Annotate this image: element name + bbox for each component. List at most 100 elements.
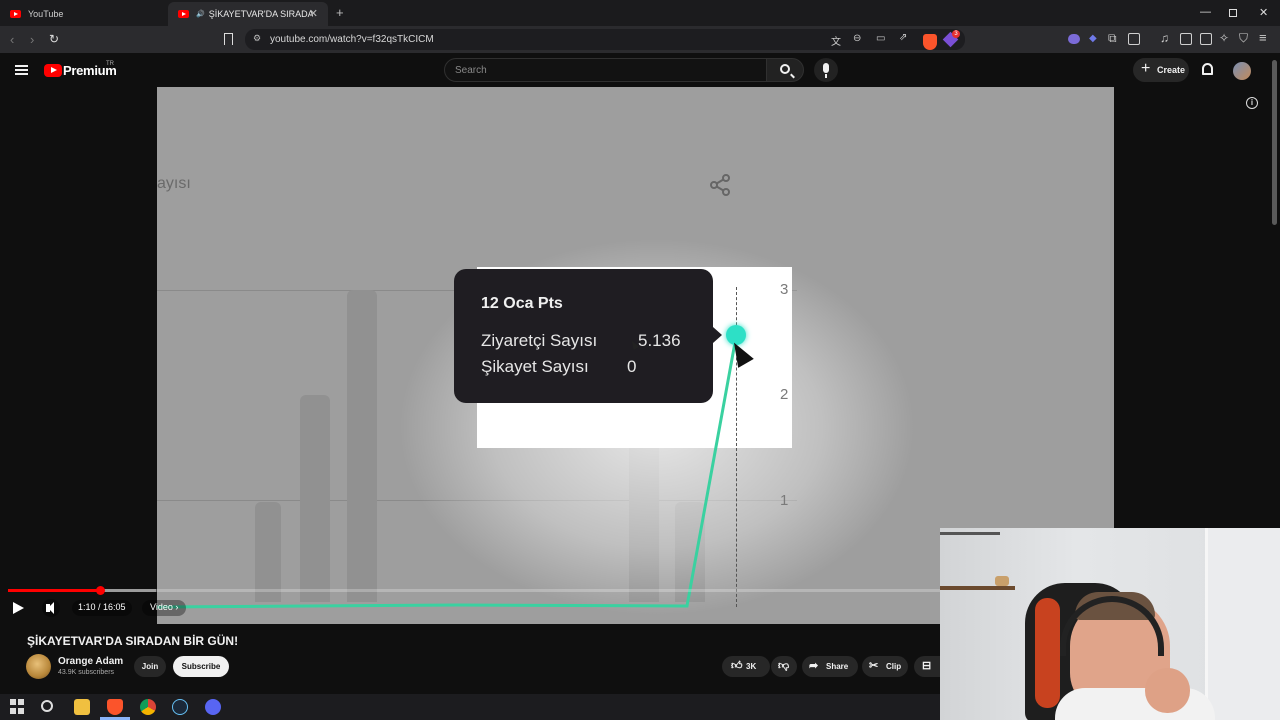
tab-close-icon[interactable]: ✕ [309, 7, 318, 20]
subscribe-button[interactable]: Subscribe [173, 656, 229, 677]
hamburger-menu-icon[interactable] [15, 65, 28, 75]
search-button[interactable] [766, 58, 804, 82]
brave-icon[interactable] [107, 699, 123, 715]
site-info-icon[interactable]: ⚙ [253, 33, 261, 44]
extensions-puzzle-icon[interactable] [1128, 33, 1140, 45]
share-icon [710, 174, 730, 196]
window-close-icon[interactable]: ✕ [1259, 6, 1268, 19]
wallet-card-icon[interactable] [1200, 33, 1212, 45]
share-button[interactable]: ➦ Share [802, 656, 858, 677]
sidebar-icon[interactable] [1180, 33, 1192, 45]
info-icon[interactable]: i [1246, 97, 1258, 109]
zoom-icon[interactable]: ⊖ [853, 33, 861, 44]
dislike-button[interactable]: 👎︎ [771, 656, 797, 677]
tooltip-value: 5.136 [638, 331, 681, 350]
browser-menu-icon[interactable]: ≡ [1259, 30, 1267, 45]
progress-played [8, 589, 100, 592]
like-button[interactable]: 👍︎ 3K [722, 656, 770, 677]
cast-icon[interactable]: ▭ [876, 33, 885, 44]
time-display: 1:10 / 16:05 [72, 600, 132, 616]
tooltip-arrow [713, 327, 722, 343]
like-count: 3K [746, 662, 757, 671]
create-button[interactable]: Create [1133, 58, 1189, 82]
video-letterbox-left [0, 87, 157, 624]
reload-icon[interactable]: ↻ [49, 32, 59, 46]
ai-sparkle-icon[interactable]: ✧ [1219, 31, 1229, 45]
subscriber-count: 43.9K subscribers [58, 669, 115, 676]
webcam-shelf-item [995, 576, 1009, 586]
leo-icon[interactable] [1068, 34, 1080, 44]
youtube-logo-icon[interactable] [44, 64, 62, 77]
webcam-chair-accent [1035, 598, 1060, 708]
join-button[interactable]: Join [134, 656, 166, 677]
notifications-icon[interactable] [1202, 63, 1213, 75]
minimize-icon[interactable]: — [1200, 6, 1211, 18]
speaker-icon: 🔊 [196, 11, 205, 18]
tooltip-value: 0 [627, 357, 637, 376]
youtube-favicon-icon [10, 10, 21, 18]
chapter-button[interactable]: Video › [142, 600, 187, 616]
webcam-overlay [940, 528, 1280, 720]
tooltip-date: 12 Oca Pts [481, 295, 563, 312]
browser-tab-strip: YouTube 🔊 ŞİKAYETVAR'DA SIRADAN BİR ✕ + … [0, 0, 1280, 26]
share-arrow-icon: ➦ [809, 660, 819, 672]
back-icon[interactable]: ‹ [10, 32, 14, 47]
rewards-badge: 3 [952, 30, 960, 38]
webcam-person-hand [1145, 668, 1190, 713]
tab-youtube[interactable]: YouTube [0, 2, 165, 26]
chapter-label: Video [150, 602, 173, 612]
chrome-icon[interactable] [140, 699, 156, 715]
chevron-right-icon: › [175, 602, 179, 612]
scissors-icon: ✂ [869, 660, 879, 672]
steam-icon[interactable] [172, 699, 188, 715]
clip-button[interactable]: ✂ Clip [862, 656, 908, 677]
tooltip-label: Ziyaretçi Sayısı [481, 331, 598, 350]
progress-scrubber[interactable] [96, 586, 105, 595]
channel-avatar[interactable] [26, 654, 51, 679]
volume-icon[interactable] [42, 599, 60, 617]
webcam-shelf [940, 532, 1000, 535]
bookmark-icon[interactable] [224, 33, 233, 45]
channel-name[interactable]: Orange Adam [58, 656, 123, 667]
address-bar-row: ‹ › ↻ ⚙ youtube.com/watch?v=f32qsTkCICM … [0, 26, 1280, 53]
chart-tick-label: 2 [780, 386, 789, 403]
logo-region: TR [106, 61, 114, 67]
tab-video[interactable]: 🔊 ŞİKAYETVAR'DA SIRADAN BİR ✕ [168, 2, 328, 26]
music-icon[interactable]: ♫ [1160, 31, 1169, 45]
page-scrollbar[interactable] [1272, 60, 1277, 225]
clip-label: Clip [886, 662, 902, 671]
windows-taskbar [0, 694, 940, 720]
youtube-header: Premium TR Search Create [0, 53, 1280, 87]
new-tab-icon[interactable]: + [336, 5, 344, 20]
chart-side-label: ayısı [157, 175, 191, 192]
webcam-person-body [1055, 688, 1215, 720]
url-bar[interactable]: ⚙ youtube.com/watch?v=f32qsTkCICM 文 ⊖ ▭ … [245, 29, 965, 50]
share-page-icon[interactable]: ⇗ [899, 32, 907, 43]
account-avatar[interactable] [1233, 62, 1251, 80]
shield-icon[interactable]: ⛉ [1239, 31, 1248, 46]
brave-shields-icon[interactable] [923, 34, 937, 50]
video-title: ŞİKAYETVAR'DA SIRADAN BİR GÜN! [27, 634, 239, 648]
save-button[interactable]: ⊟ [914, 656, 940, 677]
chart-tick-label: 3 [780, 281, 789, 298]
tab-title: ŞİKAYETVAR'DA SIRADAN BİR [208, 9, 313, 19]
vpn-icon[interactable]: ◆ [1089, 33, 1097, 44]
tab-title: YouTube [28, 9, 64, 19]
thumbs-up-icon: 👍︎ [731, 660, 743, 672]
file-explorer-icon[interactable] [74, 699, 90, 715]
chart-tooltip: 12 Oca Pts Ziyaretçi Sayısı 5.136 Şikaye… [454, 269, 713, 403]
wallet-icon[interactable]: ⧉ [1108, 31, 1117, 46]
play-icon[interactable] [13, 602, 24, 614]
windows-icon[interactable] [10, 699, 24, 715]
tooltip-label: Şikayet Sayısı [481, 357, 589, 376]
forward-icon[interactable]: › [30, 32, 34, 47]
translate-icon[interactable]: 文 [831, 33, 841, 48]
discord-icon[interactable] [205, 699, 221, 715]
restore-icon[interactable] [1229, 9, 1237, 17]
voice-search-icon[interactable] [814, 58, 838, 82]
search-icon[interactable] [41, 700, 53, 712]
youtube-favicon-icon [178, 10, 189, 18]
search-input[interactable]: Search [444, 58, 767, 82]
webcam-shelf [940, 586, 1015, 590]
chart-tick-label: 1 [780, 492, 789, 509]
